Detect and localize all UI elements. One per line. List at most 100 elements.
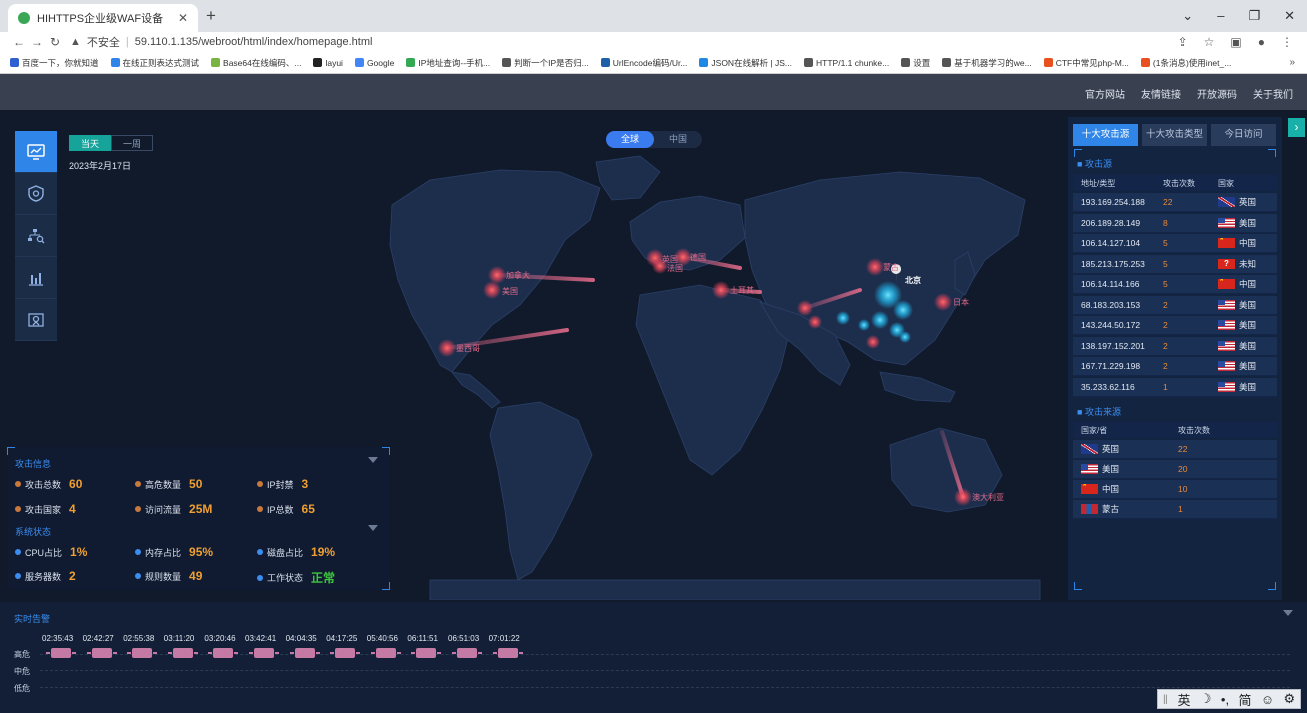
scope-global[interactable]: 全球 [606,131,654,148]
menu-icon[interactable]: ⋮ [1281,35,1293,49]
alert-marker[interactable] [86,648,117,658]
bookmark-item[interactable]: HTTP/1.1 chunke... [804,58,889,68]
bookmark-item[interactable]: 百度一下，你就知道 [10,57,99,69]
table-row[interactable]: 138.197.152.201 2 美国 [1073,336,1277,356]
bookmark-favicon-icon [10,58,19,67]
forward-icon[interactable]: → [28,35,46,49]
table-row[interactable]: 蒙古 1 [1073,500,1277,519]
bookmark-item[interactable]: (1条消息)使用inet_... [1140,57,1232,69]
scope-china[interactable]: 中国 [654,131,702,148]
tab-close-icon[interactable]: ✕ [178,11,188,25]
url-field[interactable]: ▲ 不安全 | 59.110.1.135/webroot/html/index/… [70,34,372,50]
alert-marker[interactable] [289,648,320,658]
moon-icon[interactable]: ☽ [1200,691,1212,707]
bookmark-item[interactable]: IP地址查询--手机... [406,57,490,69]
bookmark-item[interactable]: 判断一个IP是否归... [502,57,589,69]
warning-icon: ▲ [70,36,81,48]
ime-language[interactable]: 英 [1177,690,1190,709]
metric-traffic: 访问流量 25M [135,502,212,516]
metric-rules: 规则数量 49 [135,569,202,583]
metric-label: CPU占比 [25,547,63,558]
table-row[interactable]: 106.14.127.104 5 中国 [1073,234,1277,253]
nav-about[interactable]: 关于我们 [1253,86,1293,101]
corner-decoration [382,582,390,590]
alert-marker[interactable] [46,648,76,658]
punctuation-icon[interactable]: •, [1221,692,1229,707]
table-row[interactable]: 美国 20 [1073,460,1277,479]
new-tab-button[interactable]: + [206,6,216,26]
collapse-system-status-icon[interactable] [368,525,378,531]
bookmark-item[interactable]: 设置 [901,57,930,69]
expand-panel-chevron-right-icon[interactable]: › [1288,118,1305,137]
alert-marker[interactable] [167,648,198,658]
tab-top-types[interactable]: 十大攻击类型 [1142,124,1207,146]
table-row[interactable]: 143.244.50.172 2 美国 [1073,316,1277,335]
source-ip: 206.189.28.149 [1081,217,1141,228]
alert-marker[interactable] [411,648,442,658]
browser-tab[interactable]: HIHTTPS企业级WAF设备 ✕ [8,4,198,32]
sidebar-network[interactable] [15,215,57,257]
sidebar-location[interactable] [15,299,57,341]
minimize-icon[interactable]: – [1217,8,1224,24]
side-panel-icon[interactable]: ▣ [1230,35,1241,49]
tab-list-icon[interactable]: ⌄ [1182,8,1193,24]
location-icon [28,312,44,327]
restore-icon[interactable]: ❐ [1248,8,1260,24]
table-row[interactable]: 206.189.28.149 8 美国 [1073,213,1277,233]
collapse-alert-icon[interactable] [1283,610,1293,616]
ime-settings-gear-icon[interactable]: ⚙ [1284,691,1296,707]
bookmark-item[interactable]: CTF中常见php-M... [1043,57,1129,69]
sidebar-statistics[interactable] [15,257,57,299]
table-row[interactable]: 68.183.203.153 2 美国 [1073,295,1277,315]
bookmark-item[interactable]: JSON在线解析 | JS... [699,57,792,69]
alert-marker[interactable] [208,648,239,658]
back-icon[interactable]: ← [10,35,28,49]
table-row[interactable]: 193.169.254.188 22 英国 [1073,193,1277,212]
bookmark-star-icon[interactable]: ☆ [1204,35,1215,49]
nav-friend-links[interactable]: 友情链接 [1141,86,1181,101]
alert-marker[interactable] [370,648,401,658]
profile-icon[interactable]: ● [1258,35,1265,49]
country-name: 美国 [1102,464,1120,474]
sidebar-monitor[interactable] [15,131,57,173]
bookmark-item[interactable]: Base64在线编码、... [211,57,301,69]
table-row[interactable]: 185.213.175.253 5? 未知 [1073,254,1277,274]
nav-official-site[interactable]: 官方网站 [1085,86,1125,101]
alert-marker[interactable] [127,648,158,658]
table-row[interactable]: 英国 22 [1073,440,1277,459]
table-row[interactable]: 35.233.62.116 1 美国 [1073,377,1277,397]
bookmark-item[interactable]: 在线正则表达式测试 [110,57,199,69]
source-ip: 193.169.254.188 [1081,197,1145,207]
tab-top-sources[interactable]: 十大攻击源 [1073,124,1138,146]
alert-marker[interactable] [452,648,482,658]
bookmark-label: (1条消息)使用inet_... [1152,57,1232,68]
bookmark-favicon-icon [1140,58,1150,67]
point-japan [934,293,952,311]
bookmark-item[interactable]: layui [313,58,343,68]
share-icon[interactable]: ⇪ [1178,35,1188,49]
alert-marker[interactable] [492,648,523,658]
bookmark-item[interactable]: 基于机器学习的we... [942,57,1032,69]
more-bookmarks-icon[interactable]: » [1289,57,1295,68]
reload-icon[interactable]: ↻ [46,35,64,49]
bookmark-item[interactable]: Google [354,58,394,68]
table-row[interactable]: 中国 10 [1073,480,1277,499]
point-mexico [438,339,456,357]
label-japan: 日本 [953,297,969,307]
bookmark-item[interactable]: UrlEncode编码/Ur... [600,57,687,69]
alert-marker[interactable] [249,648,279,658]
close-window-icon[interactable]: ✕ [1284,8,1295,24]
alert-marker[interactable] [330,648,361,658]
table-row[interactable]: 106.14.114.166 5 中国 [1073,275,1277,294]
table-row[interactable]: 167.71.229.198 2 美国 [1073,357,1277,376]
emoji-icon[interactable]: ☺ [1261,692,1274,707]
tab-today-visits[interactable]: 今日访问 [1211,124,1276,146]
sidebar-protection[interactable] [15,173,57,215]
ime-simplified[interactable]: 简 [1238,690,1251,709]
point-usa [483,281,501,299]
collapse-attack-info-icon[interactable] [368,457,378,463]
point-west-china [797,300,813,316]
nav-open-source[interactable]: 开放源码 [1197,86,1237,101]
range-week[interactable]: 一周 [111,135,153,151]
range-today[interactable]: 当天 [69,135,111,151]
